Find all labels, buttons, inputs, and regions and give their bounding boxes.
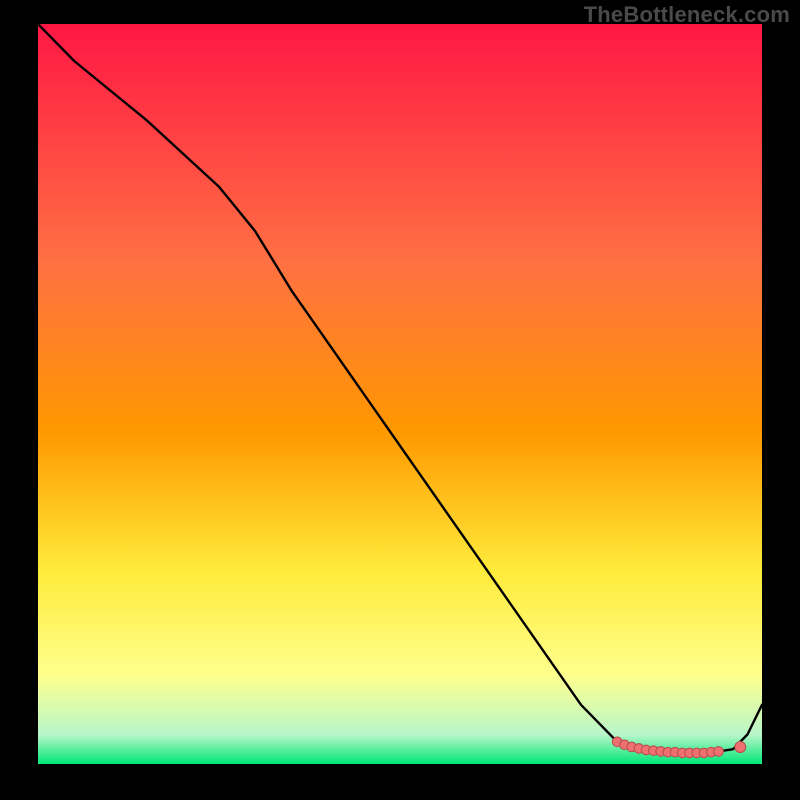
chart-svg <box>38 24 762 764</box>
gradient-background <box>38 24 762 764</box>
isolated-marker <box>735 741 746 752</box>
marker-dot <box>714 747 724 757</box>
chart-frame: TheBottleneck.com <box>0 0 800 800</box>
plot-area <box>38 24 762 764</box>
